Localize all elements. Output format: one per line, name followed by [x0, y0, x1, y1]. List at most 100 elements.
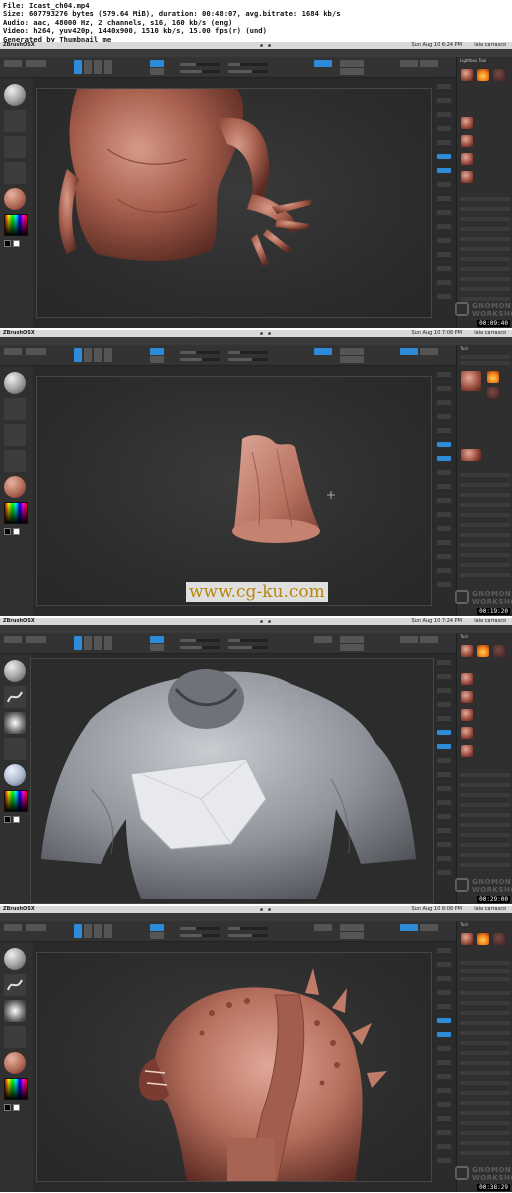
zoom-button[interactable]	[437, 976, 451, 981]
zadd-button[interactable]	[150, 60, 164, 67]
alpha-icon[interactable]	[4, 712, 26, 734]
scroll-button[interactable]	[437, 98, 451, 103]
zsub-button[interactable]	[150, 68, 164, 75]
tray-row[interactable]	[460, 1141, 510, 1145]
tray-row[interactable]	[460, 991, 510, 995]
subtool-thumbnail[interactable]	[461, 673, 473, 685]
tray-row[interactable]	[460, 257, 510, 261]
main-color-swatch[interactable]	[4, 528, 11, 535]
bpr-button[interactable]	[437, 84, 451, 89]
tray-row[interactable]	[460, 823, 510, 827]
lsym-button[interactable]	[437, 196, 451, 201]
tray-row[interactable]	[460, 833, 510, 837]
tool-thumbnail[interactable]	[487, 371, 499, 383]
rgb-intensity-slider[interactable]	[228, 70, 268, 73]
tray-row[interactable]	[460, 1101, 510, 1105]
brush-icon[interactable]	[4, 948, 26, 970]
move-button[interactable]	[84, 60, 92, 74]
tray-row[interactable]	[460, 1131, 510, 1135]
rotate-button[interactable]	[104, 348, 112, 362]
tray-row[interactable]	[460, 1151, 510, 1155]
transp-button[interactable]	[437, 1158, 451, 1163]
tray-row[interactable]	[460, 1021, 510, 1025]
actual-button[interactable]	[437, 990, 451, 995]
tray-row[interactable]	[460, 217, 510, 221]
tool-thumbnail[interactable]	[493, 933, 505, 945]
frame-button[interactable]	[437, 224, 451, 229]
tray-row[interactable]	[460, 1121, 510, 1125]
mirror-button[interactable]	[420, 636, 438, 643]
rotate-view-button[interactable]	[437, 266, 451, 271]
zadd-button[interactable]	[150, 348, 164, 355]
brush-icon[interactable]	[4, 372, 26, 394]
move-view-button[interactable]	[437, 526, 451, 531]
color-picker[interactable]	[4, 502, 28, 524]
move-button[interactable]	[84, 348, 92, 362]
bpr-button[interactable]	[437, 372, 451, 377]
tray-row[interactable]	[460, 267, 510, 271]
z-intensity-slider[interactable]	[180, 927, 220, 930]
persp-button[interactable]	[437, 154, 451, 159]
focal-shift-slider[interactable]	[180, 646, 220, 649]
tray-row[interactable]	[460, 1091, 510, 1095]
color-picker[interactable]	[4, 1078, 28, 1100]
frame-button[interactable]	[437, 800, 451, 805]
tool-thumbnail[interactable]	[477, 645, 489, 657]
tray-row[interactable]	[460, 783, 510, 787]
stroke-icon[interactable]	[4, 398, 26, 420]
lightbox-button[interactable]	[26, 636, 46, 643]
secondary-color-swatch[interactable]	[13, 1104, 20, 1111]
scale-view-button[interactable]	[437, 828, 451, 833]
material-icon[interactable]	[4, 1052, 26, 1074]
z-intensity-slider[interactable]	[180, 63, 220, 66]
scroll-button[interactable]	[437, 386, 451, 391]
draw-size-slider[interactable]	[228, 927, 268, 930]
color-picker[interactable]	[4, 790, 28, 812]
subtool-thumbnail[interactable]	[461, 745, 473, 757]
aahalf-button[interactable]	[437, 140, 451, 145]
local-button[interactable]	[437, 470, 451, 475]
document-canvas[interactable]	[36, 952, 432, 1182]
tool-thumbnail[interactable]	[477, 69, 489, 81]
texture-icon[interactable]	[4, 162, 26, 184]
tray-row[interactable]	[460, 573, 510, 577]
scale-button[interactable]	[94, 636, 102, 650]
brush-icon[interactable]	[4, 660, 26, 682]
tray-row[interactable]	[460, 523, 510, 527]
move-button[interactable]	[84, 924, 92, 938]
move-view-button[interactable]	[437, 238, 451, 243]
tray-row[interactable]	[460, 1001, 510, 1005]
tray-row[interactable]	[460, 1081, 510, 1085]
bpr-button[interactable]	[437, 660, 451, 665]
tool-thumbnail[interactable]	[493, 645, 505, 657]
tray-row[interactable]	[460, 1111, 510, 1115]
tray-row[interactable]	[460, 503, 510, 507]
document-canvas[interactable]	[36, 376, 432, 606]
tray-row[interactable]	[460, 1011, 510, 1015]
aahalf-button[interactable]	[437, 1004, 451, 1009]
xyz-button[interactable]	[437, 1074, 451, 1079]
scale-view-button[interactable]	[437, 540, 451, 545]
frame-button[interactable]	[437, 512, 451, 517]
persp-button[interactable]	[437, 442, 451, 447]
floor-button[interactable]	[437, 456, 451, 461]
persp-button[interactable]	[437, 1018, 451, 1023]
floor-button[interactable]	[437, 1032, 451, 1037]
move-button[interactable]	[84, 636, 92, 650]
tray-row[interactable]	[460, 287, 510, 291]
spotlight-button[interactable]	[400, 60, 418, 67]
tray-row[interactable]	[460, 1061, 510, 1065]
rotate-button[interactable]	[104, 924, 112, 938]
quicksave-button[interactable]	[4, 924, 22, 931]
lightbox-button[interactable]	[26, 924, 46, 931]
tray-row[interactable]	[460, 853, 510, 857]
tray-row[interactable]	[460, 1041, 510, 1045]
lightbox-button[interactable]	[26, 348, 46, 355]
draw-size-slider[interactable]	[228, 63, 268, 66]
alpha-icon[interactable]	[4, 424, 26, 446]
dynamic-button[interactable]	[314, 636, 332, 643]
subtool-thumbnail[interactable]	[461, 449, 481, 461]
tray-row[interactable]	[460, 961, 510, 965]
tray-row[interactable]	[460, 493, 510, 497]
spotlight-button[interactable]	[400, 924, 418, 931]
